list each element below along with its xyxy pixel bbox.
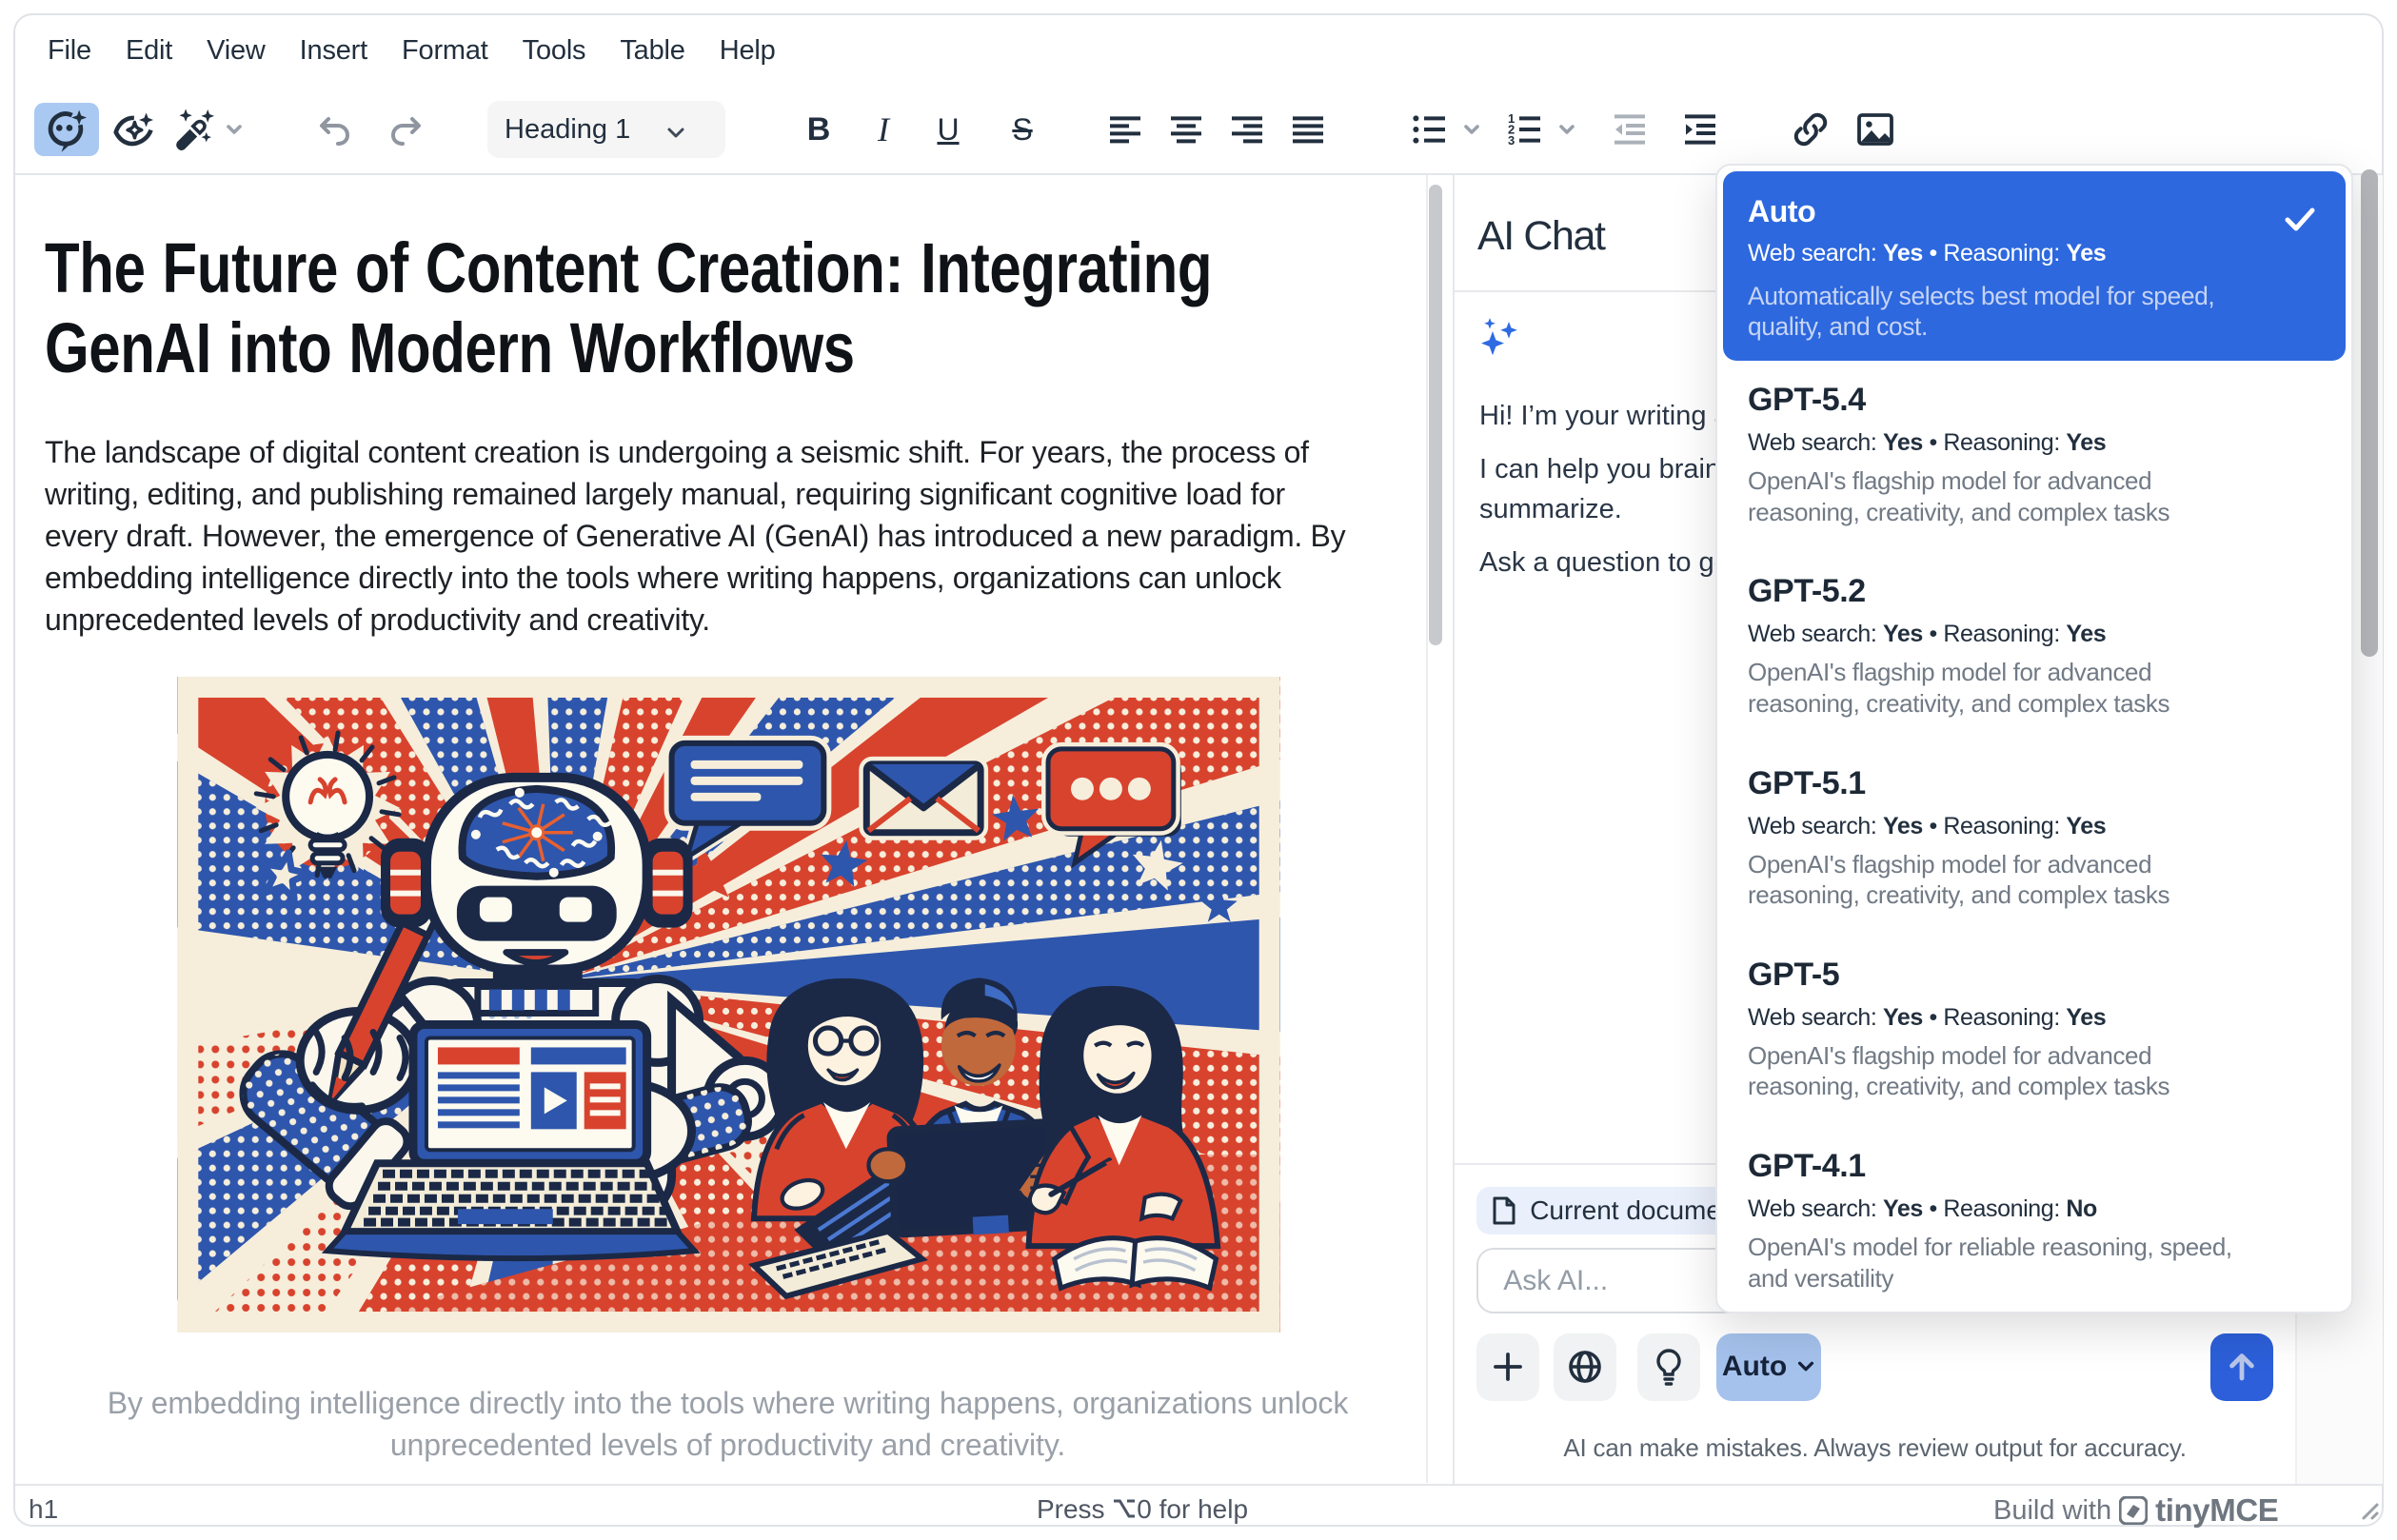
svg-text:3: 3 <box>1508 133 1515 148</box>
